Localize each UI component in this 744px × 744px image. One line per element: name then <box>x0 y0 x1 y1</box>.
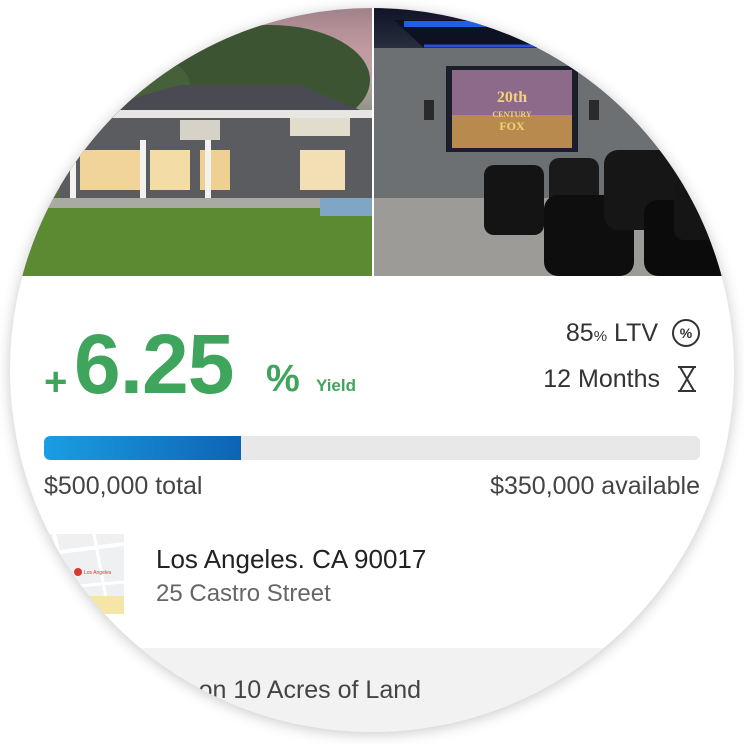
funding-available: $350,000 available <box>490 472 700 500</box>
term-text: 12 Months <box>543 364 660 393</box>
location-city: Los Angeles. CA 90017 <box>156 544 427 574</box>
map-thumbnail[interactable]: Los Angeles <box>44 534 124 614</box>
listing-card-circle: 20th CENTURY FOX + 6.25 % Yield 85% LTV <box>10 8 734 732</box>
house-illustration <box>10 25 372 276</box>
yield-plus-sign: + <box>44 360 68 404</box>
screen-text-3: FOX <box>499 119 525 133</box>
screen-text-1: 20th <box>497 89 527 106</box>
theater-illustration: 20th CENTURY FOX <box>374 20 734 276</box>
funding-progress-fill <box>44 436 241 460</box>
location-street: 25 Castro Street <box>156 580 331 607</box>
ltv-label: LTV <box>614 318 658 347</box>
ltv-stat: 85% LTV % <box>566 316 700 350</box>
percent-circle-icon: % <box>672 319 700 347</box>
screen-text-2: CENTURY <box>492 110 532 119</box>
listing-title: tate on 10 Acres of Land <box>150 676 422 704</box>
yield-value: 6.25 <box>74 317 234 411</box>
ltv-text: 85% LTV <box>566 319 658 348</box>
house-photo <box>10 8 372 276</box>
map-label: Los Angeles <box>84 570 112 576</box>
ltv-percent-sign: % <box>593 327 608 345</box>
hourglass-icon <box>674 364 700 394</box>
term-stat: 12 Months <box>543 362 700 396</box>
theater-photo: 20th CENTURY FOX <box>374 8 734 276</box>
yield-percent-sign: % <box>266 358 300 400</box>
yield-label: Yield <box>316 376 356 395</box>
listing-card[interactable]: 20th CENTURY FOX + 6.25 % Yield 85% LTV <box>10 8 734 732</box>
ltv-value: 85 <box>565 318 594 347</box>
map-pin-icon <box>74 568 82 576</box>
funding-total: $500,000 total <box>44 472 203 500</box>
funding-progress-bar <box>44 436 700 460</box>
